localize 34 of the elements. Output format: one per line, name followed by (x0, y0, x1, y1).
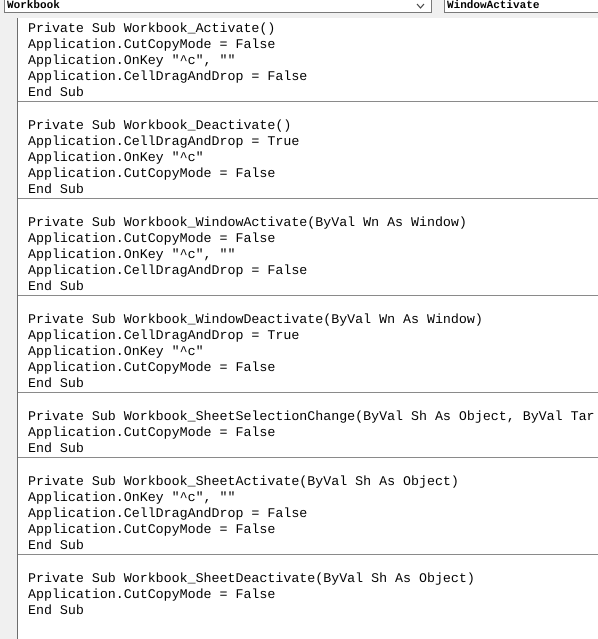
chevron-down-icon (416, 3, 425, 9)
code-line: Application.CutCopyMode = False (28, 37, 276, 53)
code-line: Application.CellDragAndDrop = True (28, 328, 300, 344)
code-line: Application.OnKey "^c", "" (28, 247, 236, 263)
procedure-dropdown[interactable]: WindowActivate (444, 0, 598, 13)
code-line: End Sub (28, 603, 85, 619)
code-line: Application.CellDragAndDrop = False (28, 506, 308, 522)
code-line: End Sub (28, 279, 85, 295)
code-line: Private Sub Workbook_WindowDeactivate(ByVal Wn As Window) (28, 312, 484, 328)
code-line: Application.OnKey "^c" (28, 344, 205, 360)
code-line: Application.CutCopyMode = False (28, 587, 276, 603)
code-line: Private Sub Workbook_SheetDeactivate(ByVal Sh As Object) (28, 571, 476, 587)
code-line: Application.CutCopyMode = False (28, 360, 276, 376)
code-line: End Sub (28, 376, 85, 392)
code-line: Private Sub Workbook_SheetSelectionChange(ByVal Sh As Object, ByVal Tar (28, 409, 596, 425)
code-line: Private Sub Workbook_SheetActivate(ByVal Sh As Object) (28, 474, 460, 490)
code-line: Application.CutCopyMode = False (28, 231, 276, 247)
code-line: Application.OnKey "^c", "" (28, 53, 236, 69)
code-line: Private Sub Workbook_WindowActivate(ByVal Wn As Window) (28, 215, 468, 231)
code-line: Application.CellDragAndDrop = False (28, 69, 308, 85)
code-line: Application.OnKey "^c" (28, 150, 205, 166)
code-line: End Sub (28, 538, 85, 554)
code-line: Application.CutCopyMode = False (28, 522, 276, 538)
code-line: Private Sub Workbook_Deactivate() (28, 118, 292, 134)
code-line: End Sub (28, 85, 85, 101)
code-line: End Sub (28, 182, 85, 198)
object-dropdown[interactable]: Workbook (4, 0, 432, 13)
code-line: Private Sub Workbook_Activate() (28, 21, 276, 37)
code-line: Application.CutCopyMode = False (28, 166, 276, 182)
code-line: Application.CellDragAndDrop = False (28, 263, 308, 279)
code-line: Application.CutCopyMode = False (28, 425, 276, 441)
code-line: Application.CellDragAndDrop = True (28, 134, 300, 150)
code-line: Application.OnKey "^c", "" (28, 490, 236, 506)
code-line: End Sub (28, 441, 85, 457)
